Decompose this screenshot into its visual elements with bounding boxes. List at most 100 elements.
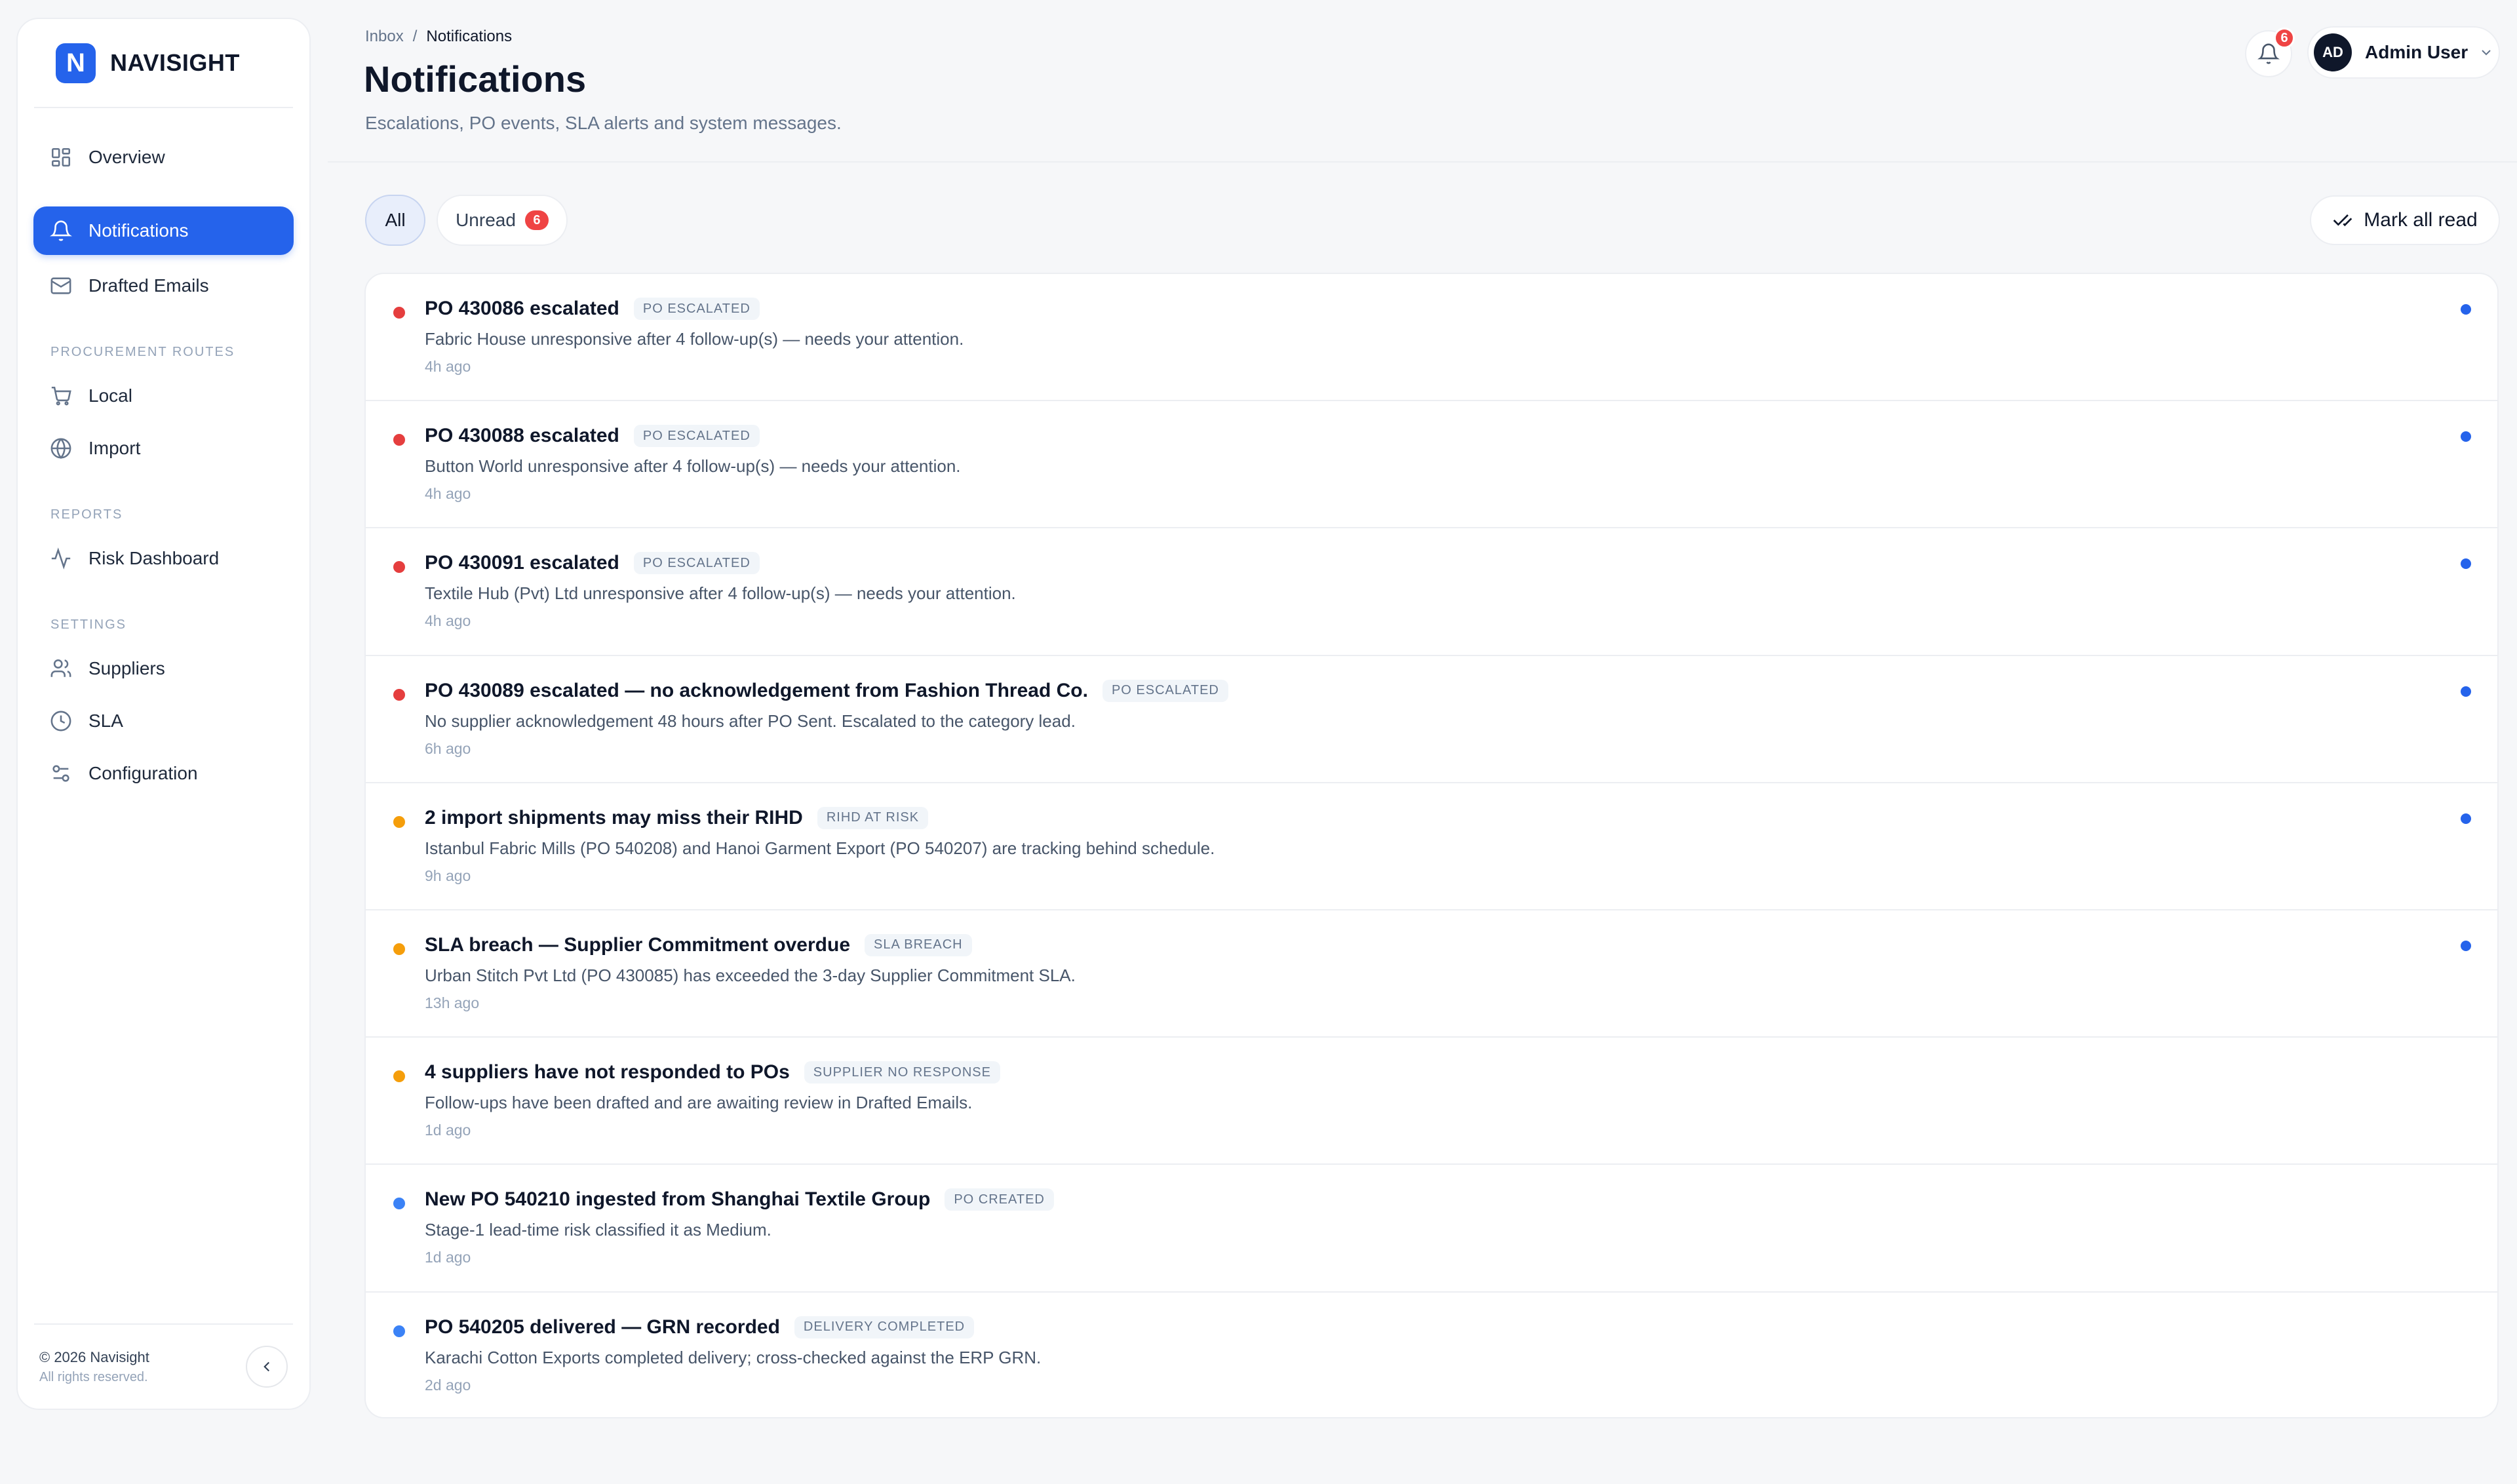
notification-row[interactable]: PO 540205 delivered — GRN recorded DELIV…	[366, 1293, 2497, 1418]
brand[interactable]: N NAVISIGHT	[34, 19, 293, 108]
sidebar-item-label: Notifications	[88, 220, 189, 241]
notification-title: 2 import shipments may miss their RIHD	[425, 806, 803, 829]
notification-time: 4h ago	[425, 612, 471, 630]
notifications-bell-button[interactable]: 6	[2245, 28, 2295, 77]
sidebar-item-import[interactable]: Import	[33, 424, 294, 473]
tab-unread-label: Unread	[456, 210, 516, 230]
notification-tag: PO ESCALATED	[633, 552, 760, 575]
notification-row[interactable]: 4 suppliers have not responded to POs SU…	[366, 1038, 2497, 1165]
section-label-reports: REPORTS	[50, 507, 123, 522]
notification-title-line: SLA breach — Supplier Commitment overdue…	[425, 933, 972, 956]
severity-dot	[393, 1325, 405, 1337]
notification-title-line: PO 540205 delivered — GRN recorded DELIV…	[425, 1316, 975, 1338]
sidebar-item-label: Suppliers	[88, 658, 165, 678]
notification-title: SLA breach — Supplier Commitment overdue	[425, 933, 850, 956]
user-name: Admin User	[2365, 42, 2468, 62]
notification-tag: PO ESCALATED	[1102, 679, 1228, 702]
header-divider	[328, 161, 2517, 163]
notification-body: No supplier acknowledgement 48 hours aft…	[425, 711, 1076, 731]
sidebar-item-drafted-emails[interactable]: Drafted Emails	[33, 262, 294, 310]
sidebar-footer: © 2026 Navisight All rights reserved.	[34, 1323, 293, 1409]
mark-all-read-label: Mark all read	[2364, 209, 2478, 231]
notification-row[interactable]: PO 430088 escalated PO ESCALATED Button …	[366, 401, 2497, 529]
double-check-icon	[2332, 210, 2353, 231]
main-content: Inbox / Notifications Notifications Esca…	[328, 0, 2517, 1484]
notification-list: PO 430086 escalated PO ESCALATED Fabric …	[364, 273, 2499, 1418]
notification-title-line: New PO 540210 ingested from Shanghai Tex…	[425, 1188, 1054, 1211]
grid-icon	[49, 146, 73, 169]
mail-icon	[49, 274, 73, 298]
notification-row[interactable]: SLA breach — Supplier Commitment overdue…	[366, 910, 2497, 1038]
brand-name: NAVISIGHT	[110, 49, 240, 76]
sidebar-item-configuration[interactable]: Configuration	[33, 749, 294, 798]
avatar: AD	[2314, 33, 2352, 71]
notification-row[interactable]: PO 430089 escalated — no acknowledgement…	[366, 656, 2497, 783]
notification-body: Follow-ups have been drafted and are awa…	[425, 1093, 973, 1113]
notification-row[interactable]: PO 430091 escalated PO ESCALATED Textile…	[366, 528, 2497, 656]
mark-all-read-button[interactable]: Mark all read	[2310, 195, 2500, 245]
notification-title: New PO 540210 ingested from Shanghai Tex…	[425, 1188, 931, 1211]
sidebar-item-local[interactable]: Local	[33, 372, 294, 420]
notification-time: 9h ago	[425, 867, 471, 884]
severity-dot	[393, 561, 405, 574]
notification-time: 2d ago	[425, 1376, 471, 1394]
user-menu-button[interactable]: AD Admin User	[2307, 26, 2500, 79]
severity-dot	[393, 815, 405, 828]
notification-title-line: PO 430088 escalated PO ESCALATED	[425, 425, 760, 448]
sidebar-item-notifications[interactable]: Notifications	[33, 206, 294, 255]
sidebar-item-overview[interactable]: Overview	[33, 133, 294, 182]
rights-text: All rights reserved.	[39, 1369, 148, 1384]
notification-tag: SLA BREACH	[865, 933, 972, 956]
severity-dot	[393, 688, 405, 701]
unread-indicator	[2461, 813, 2471, 824]
notification-title-line: 4 suppliers have not responded to POs SU…	[425, 1061, 1000, 1084]
notification-title-line: PO 430086 escalated PO ESCALATED	[425, 298, 760, 320]
bell-count-badge: 6	[2274, 28, 2295, 49]
notification-row[interactable]: New PO 540210 ingested from Shanghai Tex…	[366, 1165, 2497, 1293]
page-title: Notifications	[364, 58, 587, 100]
severity-dot	[393, 1070, 405, 1083]
collapse-sidebar-button[interactable]	[246, 1346, 288, 1388]
sidebar-item-label: Drafted Emails	[88, 275, 209, 296]
tab-unread[interactable]: Unread 6	[437, 195, 568, 246]
notification-time: 1d ago	[425, 1122, 471, 1139]
notification-time: 4h ago	[425, 358, 471, 375]
notification-tag: RIHD AT RISK	[817, 806, 929, 829]
notification-body: Fabric House unresponsive after 4 follow…	[425, 329, 964, 349]
breadcrumb-current: Notifications	[426, 28, 513, 45]
notification-time: 13h ago	[425, 994, 480, 1011]
brand-logo: N	[56, 43, 96, 83]
bell-icon	[49, 219, 73, 243]
sidebar-item-risk-dashboard[interactable]: Risk Dashboard	[33, 534, 294, 583]
notification-title: PO 430086 escalated	[425, 298, 619, 319]
notification-body: Stage-1 lead-time risk classified it as …	[425, 1220, 771, 1240]
sidebar-item-label: Import	[88, 438, 141, 458]
severity-dot	[393, 943, 405, 955]
sidebar-nav: Overview Notifications Drafted Emails PR…	[18, 108, 309, 1323]
notification-tag: PO ESCALATED	[633, 298, 760, 320]
notification-title: PO 430088 escalated	[425, 425, 619, 447]
sidebar-item-label: Local	[88, 385, 132, 406]
users-icon	[49, 657, 73, 680]
unread-indicator	[2461, 940, 2471, 951]
notification-body: Karachi Cotton Exports completed deliver…	[425, 1347, 1042, 1367]
notification-title-line: PO 430089 escalated — no acknowledgement…	[425, 679, 1228, 702]
sidebar-item-suppliers[interactable]: Suppliers	[33, 644, 294, 693]
notification-tag: SUPPLIER NO RESPONSE	[804, 1061, 1000, 1084]
notification-row[interactable]: 2 import shipments may miss their RIHD R…	[366, 783, 2497, 910]
sidebar-item-sla[interactable]: SLA	[33, 697, 294, 745]
severity-dot	[393, 307, 405, 319]
severity-dot	[393, 434, 405, 446]
globe-icon	[49, 437, 73, 460]
breadcrumb-root[interactable]: Inbox	[365, 28, 404, 46]
clock-icon	[49, 709, 73, 733]
sidebar-item-label: Risk Dashboard	[88, 548, 220, 568]
copyright-block: © 2026 Navisight All rights reserved.	[39, 1349, 149, 1385]
notification-body: Textile Hub (Pvt) Ltd unresponsive after…	[425, 583, 1016, 604]
sidebar-item-label: Overview	[88, 147, 165, 167]
notification-row[interactable]: PO 430086 escalated PO ESCALATED Fabric …	[366, 274, 2497, 402]
severity-dot	[393, 1198, 405, 1210]
notification-body: Urban Stitch Pvt Ltd (PO 430085) has exc…	[425, 965, 1076, 985]
sliders-icon	[49, 762, 73, 785]
tab-all[interactable]: All	[365, 195, 425, 246]
